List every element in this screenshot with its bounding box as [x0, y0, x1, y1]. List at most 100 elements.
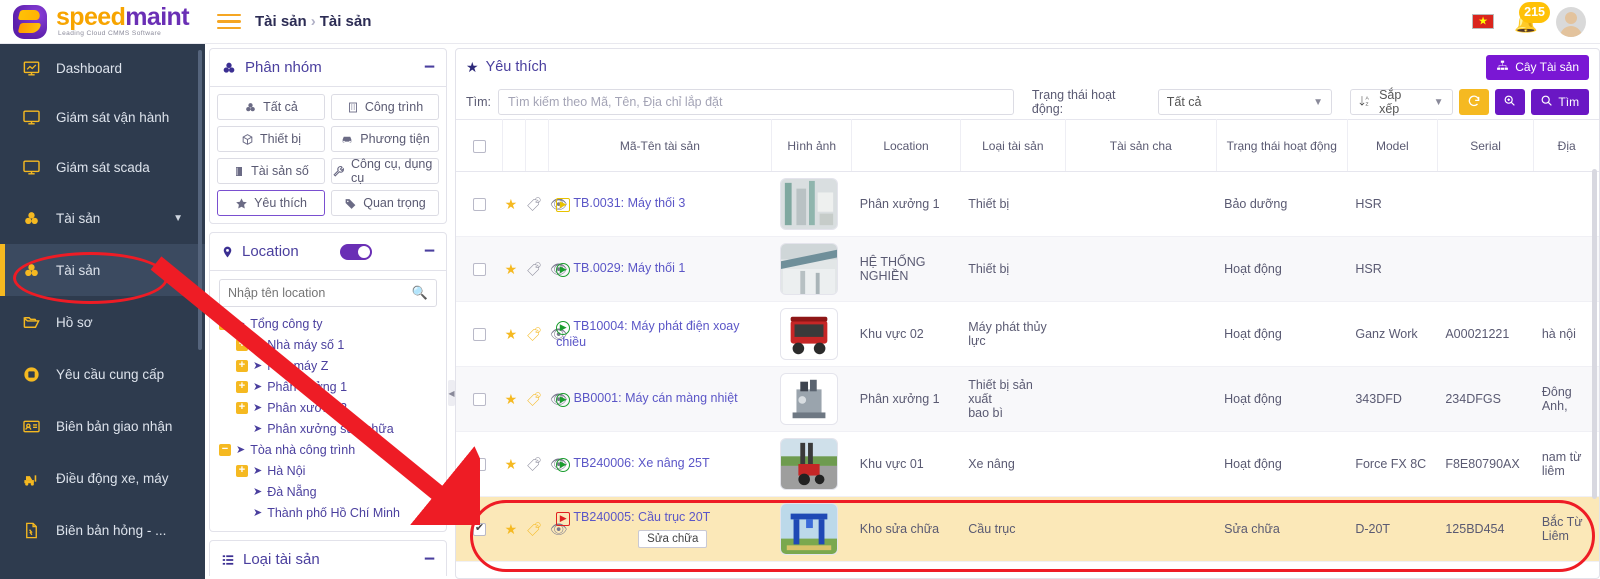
asset-thumbnail[interactable] [779, 373, 838, 425]
row-checkbox[interactable] [472, 198, 486, 212]
asset-code-name[interactable]: TB240005: Cầu trục 20T [573, 510, 710, 524]
asset-code-name[interactable]: TB240006: Xe nâng 25T [573, 456, 709, 470]
row-checkbox[interactable] [472, 263, 486, 277]
tag-icon[interactable]: 🏷 [525, 261, 541, 278]
favorite-star-icon[interactable]: ★ [505, 521, 518, 538]
column-header-asset-type[interactable]: Loại tài sản [960, 119, 1066, 172]
chip-thiet-bi[interactable]: Thiết bị [217, 126, 325, 152]
location-search-box[interactable]: 🔍 [219, 279, 437, 307]
tree-node[interactable]: + ➤ Nhà máy Z [219, 355, 437, 376]
sidebar-item-tai-san-group[interactable]: Tài sản ▼ [0, 192, 205, 244]
row-checkbox[interactable] [472, 458, 486, 472]
chip-tai-san-so[interactable]: Tài sản số [217, 158, 325, 184]
tree-node[interactable]: ➤ Thành phố Hồ Chí Minh [219, 502, 437, 523]
favorite-star-icon[interactable]: ★ [505, 261, 518, 278]
location-toggle[interactable] [340, 243, 373, 260]
user-avatar[interactable] [1556, 6, 1586, 37]
favorite-star-icon[interactable]: ★ [505, 326, 518, 343]
asset-tree-button[interactable]: Cây Tài sản [1486, 54, 1589, 80]
sidebar-item-giam-sat-van-hanh[interactable]: Giám sát vận hành [0, 92, 205, 142]
column-header-code-name[interactable]: Mã-Tên tài sản [548, 119, 773, 172]
asset-code-name[interactable]: BB0001: Máy cán màng nhiệt [574, 391, 738, 405]
tree-node[interactable]: + ➤ Hà Nội [219, 460, 437, 481]
sidebar-scrollbar[interactable] [198, 50, 202, 350]
favorite-star-icon[interactable]: ★ [505, 456, 518, 473]
row-checkbox[interactable] [472, 393, 486, 407]
asset-code-name[interactable]: TB.0031: Máy thối 3 [573, 196, 685, 210]
collapse-icon[interactable]: − [424, 58, 435, 77]
table-row[interactable]: ★ 🏷 👁 ▶ BB0001: Máy cán màng nhiệt [456, 366, 1599, 432]
table-row[interactable]: ★ 🏷 👁 ▶ TB.0029: Máy thối 1 [456, 236, 1599, 302]
column-header-serial[interactable]: Serial [1437, 119, 1535, 172]
chip-cong-trinh[interactable]: Công trình [331, 94, 439, 120]
tag-icon[interactable]: 🏷 [525, 391, 541, 408]
table-row[interactable]: ★ 🏷 👁 ▶ TB.0031: Máy thối 3 Phân xưởng 1… [456, 171, 1599, 237]
collapse-icon[interactable]: − [424, 242, 435, 261]
hamburger-menu-icon[interactable] [217, 10, 241, 34]
chip-quan-trong[interactable]: Quan trọng [331, 190, 439, 216]
chip-phuong-tien[interactable]: Phương tiện [331, 126, 439, 152]
expander-icon[interactable]: + [236, 380, 248, 393]
favorite-star-icon[interactable]: ★ [505, 391, 518, 408]
table-scrollbar[interactable] [1592, 169, 1597, 499]
expander-icon[interactable]: + [236, 338, 248, 351]
tree-node[interactable]: ➤ Phân xưởng sửa chữa [219, 418, 437, 439]
column-header-parent-asset[interactable]: Tài sản cha [1065, 119, 1217, 172]
expander-icon[interactable]: + [236, 464, 248, 477]
collapse-icon[interactable]: − [424, 550, 435, 569]
sort-button[interactable]: AZ Sắp xếp ▼ [1350, 88, 1453, 116]
row-checkbox[interactable] [472, 521, 486, 537]
location-search-input[interactable] [228, 286, 412, 300]
tag-icon[interactable]: 🏷 [525, 521, 541, 538]
sidebar-item-dashboard[interactable]: Dashboard [0, 44, 205, 92]
chip-tat-ca[interactable]: Tất cả [217, 94, 325, 120]
expander-icon[interactable]: − [219, 317, 231, 330]
status-filter-select[interactable]: Tất cả ▼ [1157, 89, 1333, 115]
column-header-image[interactable]: Hình ảnh [771, 119, 853, 172]
chip-yeu-thich[interactable]: Yêu thích [217, 190, 325, 216]
sidebar-item-bien-ban-hong[interactable]: Biên bản hỏng - ... [0, 504, 205, 556]
sidebar-item-ho-so[interactable]: Hồ sơ [0, 296, 205, 348]
notifications-button[interactable]: 🔔 215 [1512, 1, 1550, 36]
table-row-selected[interactable]: ★ 🏷 👁 ▶ TB240005: Cầu trục 20T Sửa chữa [456, 496, 1599, 562]
asset-thumbnail[interactable] [779, 178, 838, 230]
asset-thumbnail[interactable] [779, 243, 838, 295]
breadcrumb-root[interactable]: Tài sản [255, 13, 307, 30]
asset-code-name[interactable]: TB10004: Máy phát điện xoay chiều [556, 319, 739, 349]
column-header-model[interactable]: Model [1347, 119, 1438, 172]
advanced-search-button[interactable] [1494, 89, 1525, 115]
table-row[interactable]: ★ 🏷 👁 ▶ TB240006: Xe nâng 25T Khu vực 01… [456, 431, 1599, 497]
asset-thumbnail[interactable] [779, 438, 838, 490]
column-header-location[interactable]: Location [851, 119, 961, 172]
asset-thumbnail[interactable] [779, 308, 838, 360]
tree-node[interactable]: + ➤ Nhà máy số 1 [219, 334, 437, 355]
tag-icon[interactable]: 🏷 [525, 326, 541, 343]
favorite-star-icon[interactable]: ★ [505, 196, 518, 213]
tree-node[interactable]: + ➤ Phân xưởng 1 [219, 376, 437, 397]
sidebar-item-dieu-dong-xe-may[interactable]: Điều động xe, máy [0, 452, 205, 504]
sidebar-item-bien-ban-giao-nhan[interactable]: Biên bản giao nhận [0, 400, 205, 452]
sidebar-item-tai-san[interactable]: Tài sản [0, 244, 205, 296]
asset-code-name[interactable]: TB.0029: Máy thối 1 [573, 261, 685, 275]
expander-icon[interactable]: + [236, 359, 248, 372]
panel-splitter[interactable]: ◀ [448, 380, 455, 406]
search-input[interactable] [498, 89, 1014, 115]
select-all-checkbox[interactable] [472, 139, 486, 153]
tag-icon[interactable]: 🏷 [525, 456, 541, 473]
sidebar-item-giam-sat-scada[interactable]: Giám sát scada [0, 142, 205, 192]
search-icon[interactable]: 🔍 [412, 285, 428, 301]
tree-node[interactable]: + ➤ Phân xưởng 2 [219, 397, 437, 418]
vietnam-flag-icon[interactable]: ★ [1472, 14, 1494, 29]
row-checkbox[interactable] [472, 328, 486, 342]
chevron-down-icon[interactable]: ▼ [173, 213, 183, 224]
expander-icon[interactable]: + [236, 401, 248, 414]
column-header-address[interactable]: Địa [1533, 119, 1599, 172]
refresh-button[interactable] [1458, 89, 1489, 115]
find-button[interactable]: Tìm [1530, 89, 1589, 115]
sidebar-item-yeu-cau-cung-cap[interactable]: Yêu cầu cung cấp [0, 348, 205, 400]
expander-icon[interactable]: − [219, 443, 231, 456]
brand-logo[interactable]: speedmaint Leading Cloud CMMS Software [0, 0, 205, 44]
tag-icon[interactable]: 🏷 [525, 196, 541, 213]
column-header-operating-status[interactable]: Trạng thái hoạt động [1216, 119, 1348, 172]
table-row[interactable]: ★ 🏷 👁 ▶ TB10004: Máy phát điện xoay chiề… [456, 301, 1599, 367]
